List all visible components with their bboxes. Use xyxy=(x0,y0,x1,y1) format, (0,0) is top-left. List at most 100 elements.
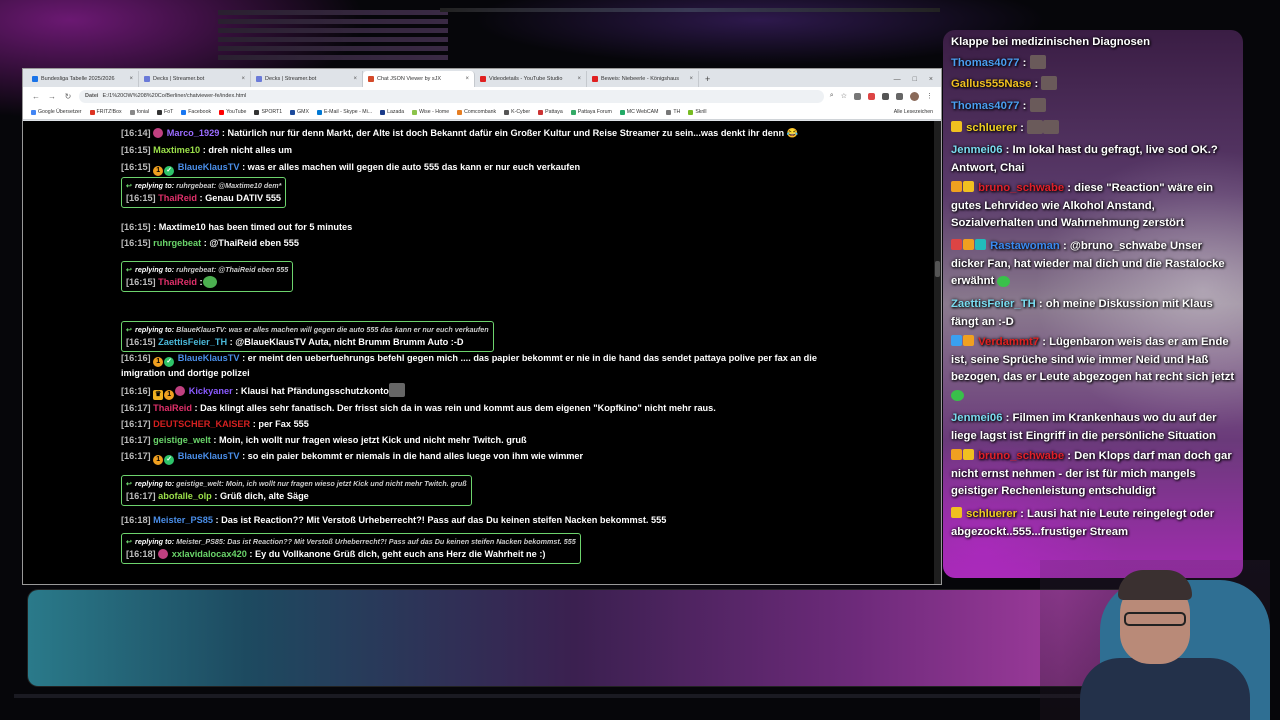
chat-username[interactable]: BlaueKlausTV xyxy=(175,353,242,363)
close-icon[interactable]: × xyxy=(129,76,133,82)
crown-badge-icon: ♛ xyxy=(153,390,164,400)
close-icon[interactable]: × xyxy=(353,76,357,82)
chat-message: [16:18] xxlavidalocax420 : Ey du Vollkan… xyxy=(126,547,576,561)
browser-tab[interactable]: Decks | Streamer.bot × xyxy=(251,71,363,87)
extension-icon[interactable] xyxy=(868,92,875,100)
bookmark-favicon-icon xyxy=(31,109,36,115)
bookmark-item[interactable]: E-Mail - Skype - Mi... xyxy=(316,109,372,115)
chat-username[interactable]: ThaiReid xyxy=(153,403,194,413)
chat-username[interactable]: DEUTSCHER_KAISER xyxy=(153,419,253,429)
tab-strip: Bundesliga Tabelle 2025/2026 × Decks | Str… xyxy=(23,69,941,87)
browser-tab[interactable]: Decks | Streamer.bot × xyxy=(139,71,251,87)
bookmark-item[interactable]: SPORT1 xyxy=(254,109,282,115)
bookmark-item[interactable]: Google Übersetzer xyxy=(31,109,82,115)
reply-box: ↩ replying to: BlaueKlausTV: was er alles… xyxy=(121,321,494,352)
chat-message: [16:17] geistige_welt : Moin, ich wollt … xyxy=(121,434,527,446)
bookmark-item[interactable]: Comcombank xyxy=(457,109,496,115)
bookmark-item[interactable]: FoT xyxy=(157,109,173,115)
chat-username[interactable]: ruhrgebeat xyxy=(153,238,204,248)
zoom-icon[interactable]: ⌕ xyxy=(830,92,834,100)
bookmark-item[interactable]: Pattaya Forum xyxy=(570,109,612,115)
stream-chat-overlay: Klappe bei medizinischen Diagnosen Thoma… xyxy=(943,30,1243,578)
bookmark-favicon-icon xyxy=(254,109,260,115)
browser-tab[interactable]: Videodetails - YouTube Studio × xyxy=(475,71,587,87)
bookmark-favicon-icon xyxy=(380,109,386,115)
stream-chat-username: Verdammt7 xyxy=(975,336,1043,348)
menu-kebab-icon[interactable]: ⋮ xyxy=(926,92,933,100)
profile-avatar[interactable] xyxy=(910,91,919,101)
reply-context: ↩ replying to: BlaueKlausTV: was er alles… xyxy=(126,324,489,335)
bookmark-item[interactable]: MC WebCAM xyxy=(619,109,659,115)
browser-tab[interactable]: Bundesliga Tabelle 2025/2026 × xyxy=(27,71,139,87)
bookmark-label: Skrill xyxy=(695,109,707,115)
forward-button[interactable]: → xyxy=(47,92,57,101)
all-bookmarks-link[interactable]: Alle Lesezeichen xyxy=(894,109,933,115)
minimize-icon[interactable]: — xyxy=(894,76,901,83)
bookmark-label: MC WebCAM xyxy=(626,109,659,115)
bookmark-item[interactable]: FRITZ!Box xyxy=(89,109,122,115)
bookmark-item[interactable]: Lazada xyxy=(380,109,404,115)
address-bar[interactable]: Datei E:/1%20OW%208%20Co/Berliner/chatvi… xyxy=(79,89,824,103)
timestamp: [16:17] xyxy=(121,419,154,429)
close-icon[interactable]: × xyxy=(465,76,469,82)
bookmark-item[interactable]: Wise - Home xyxy=(412,109,449,115)
bookmark-item[interactable]: K-Cyber xyxy=(504,109,530,115)
chat-message: [16:17] ThaiReid : Das klingt alles sehr… xyxy=(121,402,716,414)
browser-tab[interactable]: Chat JSON Viewer by sJX × xyxy=(363,71,475,87)
close-icon[interactable]: × xyxy=(577,76,581,82)
stream-chat-username: schluerer xyxy=(963,122,1021,134)
extensions-puzzle-icon[interactable] xyxy=(882,92,889,100)
bookmark-item[interactable]: TH xyxy=(666,109,680,115)
new-tab-button[interactable]: + xyxy=(699,71,716,87)
bookmark-star-icon[interactable]: ☆ xyxy=(841,92,847,100)
bookmark-item[interactable]: Pattaya xyxy=(538,109,563,115)
bookmark-item[interactable]: YouTube xyxy=(219,109,246,115)
sidebar-icon[interactable] xyxy=(896,92,903,100)
stream-chat-text: : xyxy=(1034,78,1042,90)
chat-username[interactable]: Kickyaner xyxy=(186,386,235,396)
close-window-icon[interactable]: × xyxy=(929,76,933,83)
bookmark-item[interactable]: fonial xyxy=(129,109,149,115)
chat-username[interactable]: BlaueKlausTV xyxy=(175,451,242,461)
reply-context: ↩ replying to: geistige_welt: Moin, ich w… xyxy=(126,478,467,489)
stream-chat-username: Gallus555Nase xyxy=(951,78,1035,90)
chat-username[interactable]: Marco_1929 xyxy=(164,128,222,138)
chat-username[interactable]: BlaueKlausTV xyxy=(175,162,242,172)
bookmark-item[interactable]: Facebook xyxy=(181,109,211,115)
extension-icon[interactable] xyxy=(854,92,861,100)
chat-username[interactable]: ThaiReid xyxy=(158,193,199,203)
chat-message-text: : Das klingt alles sehr fanatisch. Der f… xyxy=(194,403,716,413)
chat-username[interactable]: ThaiReid xyxy=(158,277,199,287)
reload-button[interactable]: ↻ xyxy=(63,92,73,101)
close-icon[interactable]: × xyxy=(689,76,693,82)
back-button[interactable]: ← xyxy=(31,92,41,101)
user-badge-icon xyxy=(951,121,962,132)
chat-message-text: : Das ist Reaction?? Mit Verstoß Urheber… xyxy=(215,515,667,525)
reply-box: ↩ replying to: geistige_welt: Moin, ich w… xyxy=(121,475,472,506)
tab-label: Videodetails - YouTube Studio xyxy=(489,76,563,82)
stream-chat-username: schluerer xyxy=(963,508,1021,520)
chat-username[interactable]: ZaettisFeier_TH xyxy=(158,337,229,347)
chat-username[interactable]: geistige_welt xyxy=(153,435,213,445)
chat-username[interactable]: Meister_PS85 xyxy=(153,515,215,525)
close-icon[interactable]: × xyxy=(241,76,245,82)
chat-message-text: : so ein paier bekommt er niemals in die… xyxy=(242,451,584,461)
stream-chat-message: Jenmei06 : Im lokal hast du gefragt, liv… xyxy=(951,142,1235,177)
chat-message: [16:17] 1 ✓ BlaueKlausTV : so ein paier b… xyxy=(121,450,583,465)
chat-username[interactable]: xxlavidalocax420 xyxy=(169,549,249,559)
chat-username[interactable]: Maxtime10 xyxy=(153,145,203,155)
tab-label: Decks | Streamer.bot xyxy=(265,76,317,82)
reply-context: ↩ replying to: ruhrgebeat: @Maxtime10 dem… xyxy=(126,180,281,191)
reply-quoted-text: : was er alles machen will gegen die aut… xyxy=(224,325,489,334)
bookmark-label: Google Übersetzer xyxy=(38,109,82,115)
page-scrollbar[interactable] xyxy=(934,121,941,584)
browser-tab[interactable]: Beweis: Niebeerle - Königshaus × xyxy=(587,71,699,87)
stream-chat-message: Klappe bei medizinischen Diagnosen xyxy=(951,34,1235,52)
bookmark-item[interactable]: Skrill xyxy=(688,109,707,115)
chat-message-text: : dreh nicht alles um xyxy=(202,145,293,155)
reply-arrow-icon: ↩ xyxy=(126,479,133,488)
maximize-icon[interactable]: □ xyxy=(913,76,917,83)
bookmark-item[interactable]: GMX xyxy=(290,109,309,115)
chat-username[interactable]: abofalle_olp xyxy=(158,491,214,501)
tab-favicon-icon xyxy=(256,76,262,82)
